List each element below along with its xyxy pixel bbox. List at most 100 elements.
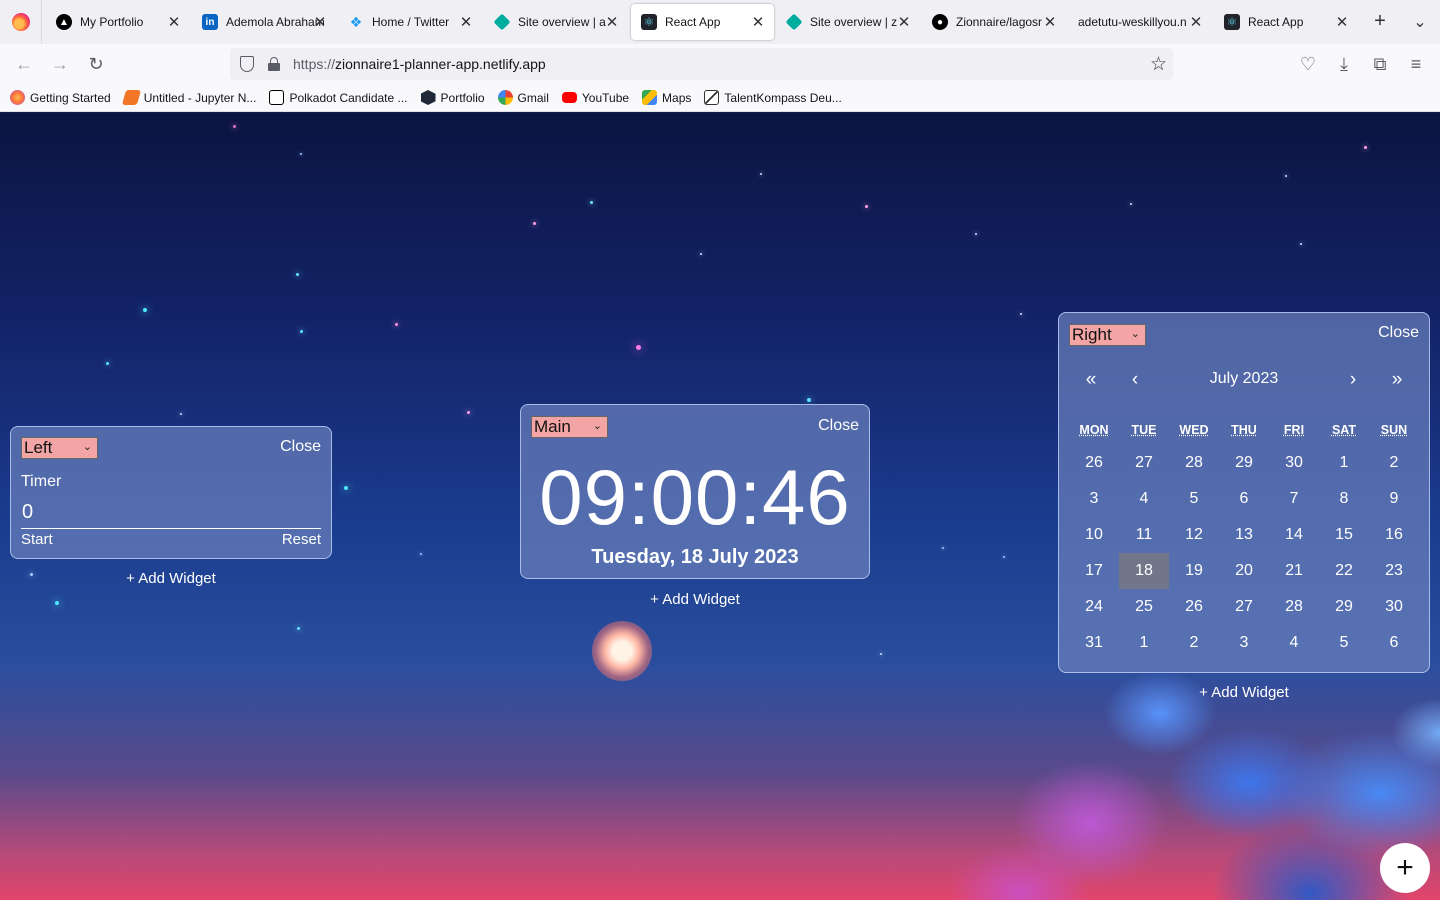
- hamburger-menu-icon[interactable]: ≡: [1404, 52, 1428, 76]
- forward-arrow-icon[interactable]: →: [48, 52, 72, 76]
- bookmark-talentkompass[interactable]: TalentKompass Deu...: [704, 90, 842, 105]
- add-widget-left-button[interactable]: + Add Widget: [71, 570, 271, 587]
- download-icon[interactable]: ⤓: [1332, 52, 1356, 76]
- calendar-day[interactable]: 3: [1219, 625, 1269, 661]
- calendar-day[interactable]: 12: [1169, 517, 1219, 553]
- back-arrow-icon[interactable]: ←: [12, 52, 36, 76]
- calendar-day[interactable]: 1: [1319, 445, 1369, 481]
- calendar-day[interactable]: 16: [1369, 517, 1419, 553]
- calendar-day[interactable]: 31: [1069, 625, 1119, 661]
- bookmark-maps[interactable]: Maps: [642, 90, 691, 105]
- calendar-day[interactable]: 26: [1069, 445, 1119, 481]
- bookmark-gmail[interactable]: Gmail: [497, 90, 549, 105]
- new-tab-plus-icon[interactable]: +: [1368, 10, 1392, 33]
- calendar-day[interactable]: 29: [1219, 445, 1269, 481]
- calendar-day[interactable]: 28: [1269, 589, 1319, 625]
- calendar-day[interactable]: 3: [1069, 481, 1119, 517]
- calendar-day[interactable]: 11: [1119, 517, 1169, 553]
- close-button[interactable]: Close: [280, 438, 321, 456]
- close-tab-icon[interactable]: ✕: [312, 13, 328, 31]
- next-year-button[interactable]: »: [1387, 369, 1407, 391]
- tab-my-portfolio[interactable]: ▲ My Portfolio ✕: [46, 4, 190, 40]
- close-tab-icon[interactable]: ✕: [1334, 13, 1350, 31]
- timer-start-button[interactable]: Start: [21, 531, 53, 548]
- close-tab-icon[interactable]: ✕: [1042, 13, 1058, 31]
- firefox-menu[interactable]: [0, 0, 42, 44]
- bookmark-youtube[interactable]: YouTube: [561, 91, 629, 105]
- calendar-day[interactable]: 28: [1169, 445, 1219, 481]
- calendar-day[interactable]: 14: [1269, 517, 1319, 553]
- position-select-left[interactable]: Left ⌄: [21, 437, 98, 459]
- calendar-day[interactable]: 30: [1269, 445, 1319, 481]
- extensions-puzzle-icon[interactable]: ⧉: [1368, 52, 1392, 76]
- calendar-day[interactable]: 19: [1169, 553, 1219, 589]
- close-button[interactable]: Close: [1378, 324, 1419, 342]
- close-tab-icon[interactable]: ✕: [750, 13, 766, 31]
- calendar-day[interactable]: 27: [1119, 445, 1169, 481]
- calendar-day[interactable]: 20: [1219, 553, 1269, 589]
- calendar-day[interactable]: 8: [1319, 481, 1369, 517]
- bookmark-polkadot[interactable]: Polkadot Candidate ...: [269, 90, 408, 105]
- tab-github[interactable]: ● Zionnaire/lagosr ✕: [922, 4, 1066, 40]
- calendar-day[interactable]: 5: [1169, 481, 1219, 517]
- tracking-protection-shield-icon[interactable]: [240, 56, 254, 72]
- bookmark-getting-started[interactable]: Getting Started: [10, 90, 111, 105]
- calendar-day[interactable]: 6: [1369, 625, 1419, 661]
- close-tab-icon[interactable]: ✕: [1188, 13, 1204, 31]
- tab-netlify-site-z[interactable]: Site overview | z ✕: [776, 4, 920, 40]
- tab-weskillyou[interactable]: adetutu-weskillyou.n ✕: [1068, 4, 1212, 40]
- calendar-day[interactable]: 30: [1369, 589, 1419, 625]
- close-button[interactable]: Close: [818, 417, 859, 435]
- tab-react-app-active[interactable]: ⚛ React App ✕: [631, 4, 774, 40]
- url-protocol: https://: [293, 56, 336, 72]
- close-tab-icon[interactable]: ✕: [604, 13, 620, 31]
- next-month-button[interactable]: ›: [1343, 369, 1363, 391]
- close-tab-icon[interactable]: ✕: [458, 13, 474, 31]
- calendar-day[interactable]: 7: [1269, 481, 1319, 517]
- calendar-day[interactable]: 13: [1219, 517, 1269, 553]
- calendar-day[interactable]: 4: [1119, 481, 1169, 517]
- timer-input[interactable]: 0: [21, 501, 321, 529]
- close-tab-icon[interactable]: ✕: [896, 13, 912, 31]
- close-tab-icon[interactable]: ✕: [166, 13, 182, 31]
- calendar-day[interactable]: 27: [1219, 589, 1269, 625]
- bookmark-portfolio[interactable]: Portfolio: [420, 90, 485, 105]
- position-select-right[interactable]: Right ⌄: [1069, 324, 1146, 346]
- url-bar[interactable]: https://zionnaire1-planner-app.netlify.a…: [230, 48, 1173, 80]
- calendar-day[interactable]: 17: [1069, 553, 1119, 589]
- calendar-day[interactable]: 21: [1269, 553, 1319, 589]
- tab-react-app[interactable]: ⚛ React App ✕: [1214, 4, 1358, 40]
- timer-reset-button[interactable]: Reset: [282, 531, 321, 548]
- bookmark-star-icon[interactable]: ☆: [1150, 53, 1167, 76]
- list-tabs-chevron-icon[interactable]: ⌄: [1408, 12, 1432, 32]
- calendar-day[interactable]: 22: [1319, 553, 1369, 589]
- calendar-day[interactable]: 5: [1319, 625, 1369, 661]
- add-widget-right-button[interactable]: + Add Widget: [1144, 684, 1344, 701]
- calendar-day[interactable]: 9: [1369, 481, 1419, 517]
- add-widget-main-button[interactable]: + Add Widget: [595, 591, 795, 608]
- calendar-day[interactable]: 2: [1369, 445, 1419, 481]
- tab-twitter[interactable]: ❖ Home / Twitter ✕: [338, 4, 482, 40]
- pocket-icon[interactable]: ♡: [1296, 52, 1320, 76]
- calendar-day[interactable]: 15: [1319, 517, 1369, 553]
- tab-linkedin[interactable]: in Ademola Abraham ✕: [192, 4, 336, 40]
- calendar-day[interactable]: 26: [1169, 589, 1219, 625]
- calendar-day[interactable]: 25: [1119, 589, 1169, 625]
- calendar-day[interactable]: 23: [1369, 553, 1419, 589]
- url-text[interactable]: https://zionnaire1-planner-app.netlify.a…: [293, 56, 546, 72]
- calendar-day[interactable]: 1: [1119, 625, 1169, 661]
- calendar-day[interactable]: 24: [1069, 589, 1119, 625]
- calendar-day[interactable]: 2: [1169, 625, 1219, 661]
- calendar-day[interactable]: 29: [1319, 589, 1369, 625]
- floating-add-button[interactable]: +: [1380, 843, 1430, 893]
- calendar-day[interactable]: 4: [1269, 625, 1319, 661]
- calendar-month-label[interactable]: July 2023: [1059, 370, 1429, 388]
- tab-netlify-site-a[interactable]: Site overview | a ✕: [484, 4, 628, 40]
- calendar-day-today[interactable]: 18: [1119, 553, 1169, 589]
- bookmark-jupyter[interactable]: Untitled - Jupyter N...: [121, 90, 256, 105]
- lock-icon[interactable]: [268, 57, 280, 71]
- calendar-day[interactable]: 10: [1069, 517, 1119, 553]
- reload-icon[interactable]: ↻: [84, 52, 108, 76]
- position-select-main[interactable]: Main ⌄: [531, 416, 608, 438]
- calendar-day[interactable]: 6: [1219, 481, 1269, 517]
